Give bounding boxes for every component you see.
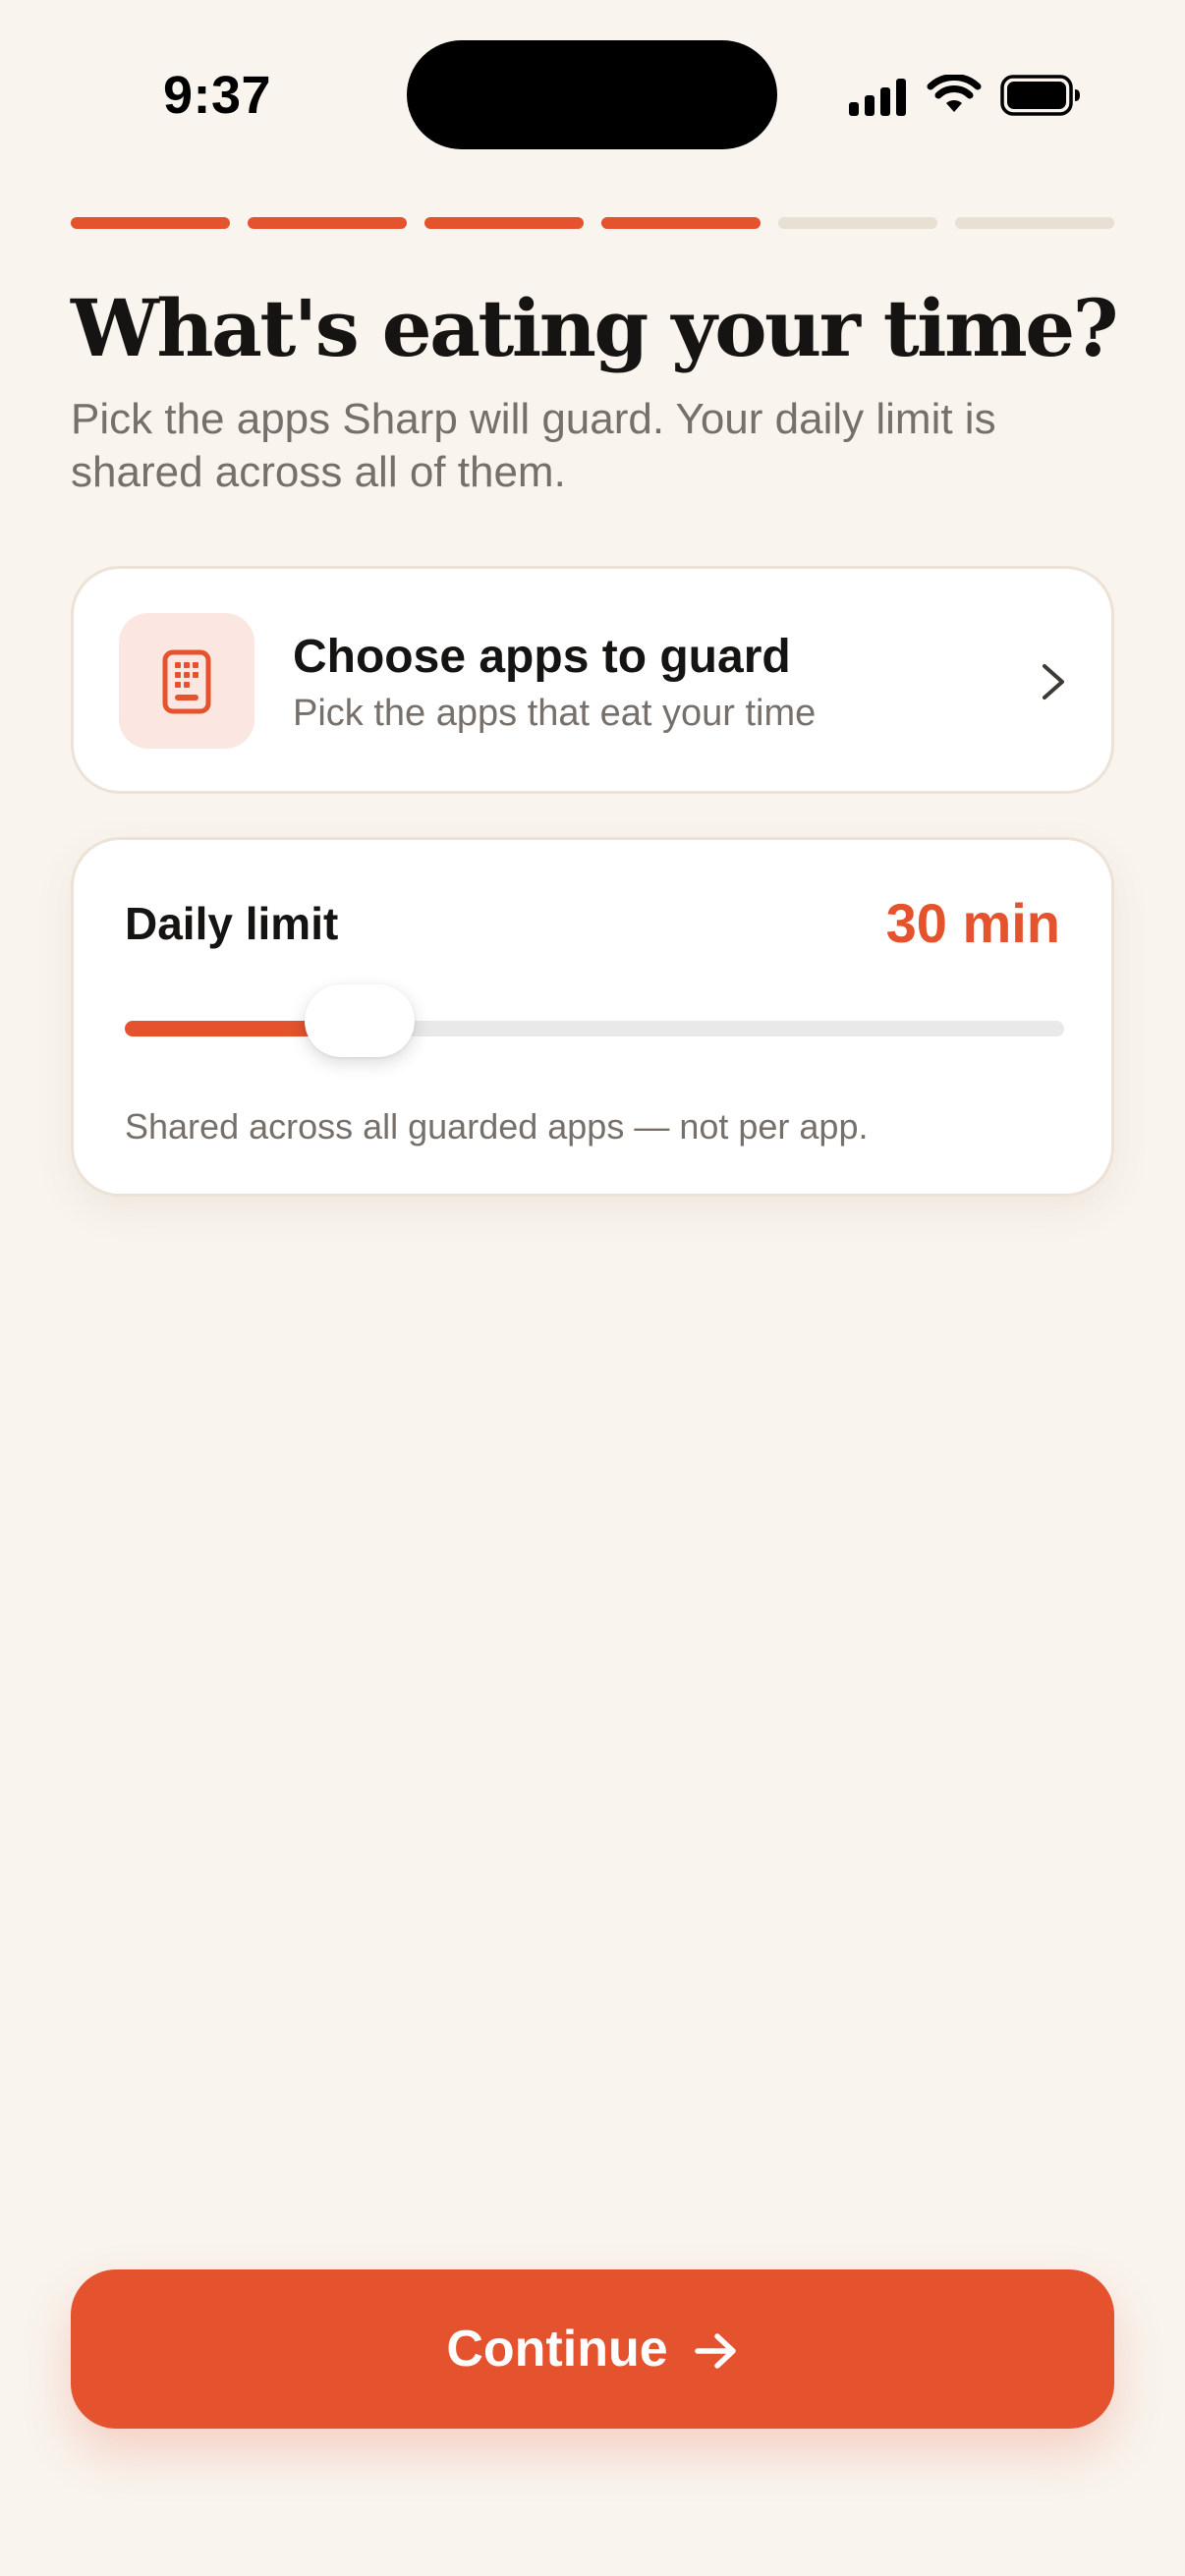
- daily-limit-card: Daily limit 30 min Shared across all gua…: [71, 837, 1114, 1197]
- progress-step-pending: [778, 217, 937, 229]
- progress-step-complete: [248, 217, 407, 229]
- daily-limit-note: Shared across all guarded apps — not per…: [125, 1106, 869, 1147]
- onboarding-screen: 9:37 What's eating your time? Pick the a…: [0, 0, 1185, 2576]
- progress-step-pending: [955, 217, 1114, 229]
- arrow-right-icon: [694, 2333, 736, 2369]
- wifi-icon: [927, 75, 982, 112]
- status-time: 9:37: [163, 66, 272, 125]
- onboarding-progress: [71, 217, 1114, 229]
- daily-limit-slider[interactable]: [125, 984, 1064, 1057]
- battery-icon: [1000, 75, 1080, 116]
- phone-grid-icon: [162, 649, 211, 714]
- signal-icon: [849, 79, 906, 116]
- choose-apps-card[interactable]: Choose apps to guard Pick the apps that …: [71, 566, 1114, 794]
- continue-label: Continue: [446, 2321, 668, 2378]
- page-subtitle: Pick the apps Sharp will guard. Your dai…: [71, 395, 996, 496]
- dynamic-island: [407, 40, 777, 149]
- progress-step-complete: [601, 217, 761, 229]
- daily-limit-value: 30 min: [885, 892, 1060, 954]
- choose-apps-subtitle: Pick the apps that eat your time: [293, 693, 817, 734]
- progress-step-complete: [71, 217, 230, 229]
- status-bar: 9:37: [0, 0, 1185, 187]
- chevron-right-icon: [1043, 664, 1064, 700]
- continue-button[interactable]: Continue: [71, 2269, 1114, 2429]
- choose-apps-title: Choose apps to guard: [293, 631, 791, 683]
- daily-limit-label: Daily limit: [125, 898, 339, 949]
- progress-step-complete: [424, 217, 584, 229]
- page-title: What's eating your time?: [71, 282, 1118, 374]
- apps-icon-container: [119, 613, 254, 749]
- slider-thumb[interactable]: [305, 984, 415, 1057]
